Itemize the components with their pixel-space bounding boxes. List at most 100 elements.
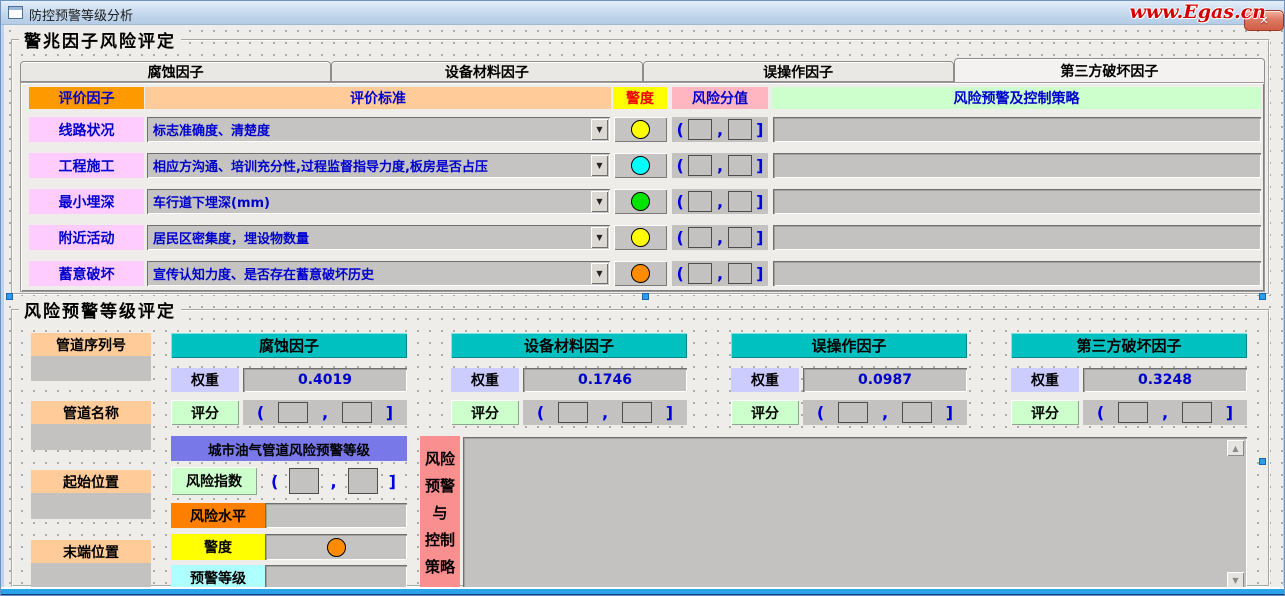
alert-dot bbox=[631, 120, 650, 139]
factor-label: 工程施工 bbox=[29, 153, 144, 178]
score-high-input[interactable] bbox=[342, 402, 372, 423]
factor-label: 蓄意破坏 bbox=[29, 261, 144, 286]
score-high-input[interactable] bbox=[728, 263, 752, 284]
alert-degree-label: 警度 bbox=[171, 534, 265, 560]
risk-index-label: 风险指数 bbox=[171, 467, 257, 495]
tab-third-party[interactable]: 第三方破坏因子 bbox=[954, 58, 1265, 82]
score-low-input[interactable] bbox=[558, 402, 588, 423]
col-header-alert: 警度 bbox=[613, 87, 667, 109]
score-high-input[interactable] bbox=[902, 402, 932, 423]
factor-score-range: ( , ] bbox=[523, 400, 687, 425]
risk-level-value[interactable] bbox=[265, 503, 407, 528]
city-pipeline-grade-title: 城市油气管道风险预警等级 bbox=[171, 436, 407, 461]
bracket-close: ] bbox=[386, 403, 393, 422]
bracket-sep: , bbox=[1162, 403, 1168, 422]
bracket-close: ] bbox=[756, 192, 763, 211]
standard-combobox[interactable]: 居民区密集度，埋设物数量 ▼ bbox=[147, 225, 610, 250]
warning-factor-groupbox: 警兆因子风险评定 腐蚀因子 设备材料因子 误操作因子 第三方破坏因子 评价因子 … bbox=[11, 39, 1270, 295]
standard-combobox[interactable]: 相应方沟通、培训充分性,过程监督指导力度,板房是否占压 ▼ bbox=[147, 153, 610, 178]
score-low-input[interactable] bbox=[688, 191, 712, 212]
risk-grade-groupbox: 风险预警等级评定 管道序列号 管道名称 起始位置 末端位置 腐蚀因子 权重 0.… bbox=[11, 309, 1270, 587]
scroll-up-button[interactable]: ▲ bbox=[1227, 440, 1244, 456]
strategy-textbox[interactable] bbox=[773, 153, 1261, 178]
strategy-textarea[interactable]: ▲ ▼ bbox=[463, 437, 1247, 591]
start-position-value[interactable] bbox=[31, 493, 151, 519]
bracket-sep: , bbox=[717, 192, 723, 211]
risk-index-low-input[interactable] bbox=[289, 468, 319, 494]
standard-combobox[interactable]: 标志准确度、清楚度 ▼ bbox=[147, 117, 610, 142]
risk-score-range: ( , ] bbox=[672, 225, 768, 250]
alert-dot bbox=[631, 192, 650, 211]
weight-value: 0.1746 bbox=[523, 368, 687, 392]
alert-indicator-panel bbox=[614, 261, 667, 286]
weight-label: 权重 bbox=[451, 368, 519, 392]
bracket-sep: , bbox=[882, 403, 888, 422]
score-label: 评分 bbox=[731, 400, 799, 425]
standard-combobox[interactable]: 车行道下埋深(mm) ▼ bbox=[147, 189, 610, 214]
score-low-input[interactable] bbox=[688, 227, 712, 248]
score-label: 评分 bbox=[1011, 400, 1079, 425]
factor-label: 附近活动 bbox=[29, 225, 144, 250]
pipeline-name-value[interactable] bbox=[31, 424, 151, 450]
risk-index-high-input[interactable] bbox=[348, 468, 378, 494]
tab-misoperation[interactable]: 误操作因子 bbox=[643, 61, 954, 82]
score-low-input[interactable] bbox=[838, 402, 868, 423]
strategy-textbox[interactable] bbox=[773, 117, 1261, 142]
score-high-input[interactable] bbox=[622, 402, 652, 423]
standard-combobox[interactable]: 宣传认知力度、是否存在蓄意破坏历史 ▼ bbox=[147, 261, 610, 286]
strategy-vertical-label: 风险 预警 与 控制 策略 bbox=[420, 436, 460, 591]
strategy-textbox[interactable] bbox=[773, 261, 1261, 286]
score-low-input[interactable] bbox=[278, 402, 308, 423]
score-high-input[interactable] bbox=[728, 227, 752, 248]
end-position-value[interactable] bbox=[31, 563, 151, 589]
col-header-standard: 评价标准 bbox=[145, 87, 611, 109]
weight-label: 权重 bbox=[1011, 368, 1079, 392]
pipeline-serial-value[interactable] bbox=[31, 356, 151, 381]
alert-indicator-panel bbox=[614, 225, 667, 250]
selection-handle[interactable] bbox=[642, 293, 649, 300]
factor-label: 线路状况 bbox=[29, 117, 144, 142]
score-high-input[interactable] bbox=[728, 119, 752, 140]
bracket-close: ] bbox=[666, 403, 673, 422]
chevron-down-icon[interactable]: ▼ bbox=[591, 119, 608, 140]
risk-score-range: ( , ] bbox=[672, 153, 768, 178]
bracket-close: ] bbox=[946, 403, 953, 422]
bracket-open: ( bbox=[271, 472, 278, 491]
bracket-close: ] bbox=[756, 156, 763, 175]
col-header-score: 风险分值 bbox=[672, 87, 768, 109]
chevron-down-icon[interactable]: ▼ bbox=[591, 155, 608, 176]
strategy-textbox[interactable] bbox=[773, 189, 1261, 214]
chevron-down-icon[interactable]: ▼ bbox=[591, 227, 608, 248]
score-label: 评分 bbox=[171, 400, 239, 425]
factor-header-corrosion: 腐蚀因子 bbox=[171, 333, 407, 358]
bracket-sep: , bbox=[602, 403, 608, 422]
selection-handle[interactable] bbox=[6, 293, 13, 300]
score-high-input[interactable] bbox=[728, 191, 752, 212]
alert-dot bbox=[327, 538, 346, 557]
bracket-open: ( bbox=[817, 403, 824, 422]
tab-corrosion[interactable]: 腐蚀因子 bbox=[20, 61, 331, 82]
score-low-input[interactable] bbox=[688, 155, 712, 176]
score-low-input[interactable] bbox=[1118, 402, 1148, 423]
scroll-down-button[interactable]: ▼ bbox=[1227, 572, 1244, 588]
chevron-down-icon[interactable]: ▼ bbox=[591, 263, 608, 284]
bracket-open: ( bbox=[677, 192, 684, 211]
risk-level-label: 风险水平 bbox=[171, 503, 265, 528]
bracket-sep: , bbox=[322, 403, 328, 422]
selection-handle[interactable] bbox=[1259, 293, 1266, 300]
bracket-close: ] bbox=[1226, 403, 1233, 422]
factor-score-range: ( , ] bbox=[243, 400, 407, 425]
strategy-textbox[interactable] bbox=[773, 225, 1261, 250]
score-low-input[interactable] bbox=[688, 119, 712, 140]
score-high-input[interactable] bbox=[1182, 402, 1212, 423]
tab-equipment-material[interactable]: 设备材料因子 bbox=[331, 61, 642, 82]
score-high-input[interactable] bbox=[728, 155, 752, 176]
scroll-up-icon: ▲ bbox=[1232, 444, 1238, 453]
section1-title: 警兆因子风险评定 bbox=[19, 27, 181, 52]
alert-dot bbox=[631, 156, 650, 175]
bracket-open: ( bbox=[677, 156, 684, 175]
chevron-down-icon[interactable]: ▼ bbox=[591, 191, 608, 212]
score-low-input[interactable] bbox=[688, 263, 712, 284]
bracket-close: ] bbox=[756, 264, 763, 283]
bracket-open: ( bbox=[1097, 403, 1104, 422]
